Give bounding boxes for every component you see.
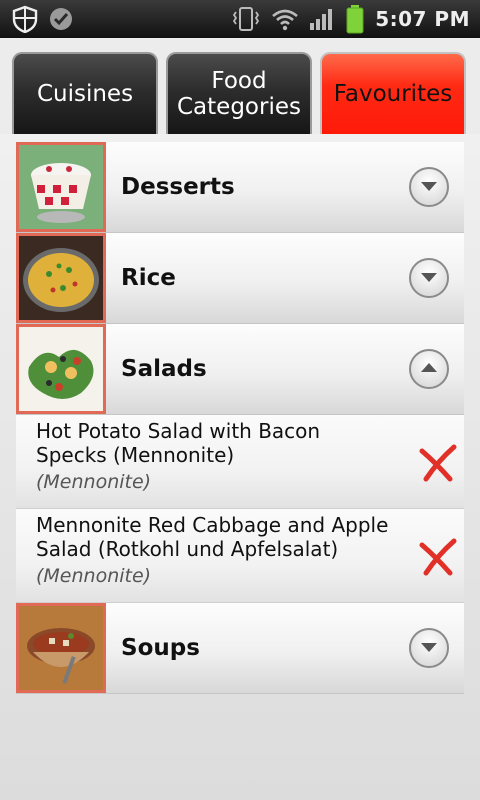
- group-label-rice: Rice: [121, 265, 176, 291]
- delete-x-icon: [418, 444, 458, 487]
- group-desserts[interactable]: Desserts: [16, 142, 464, 233]
- chevron-up-icon: [419, 360, 439, 379]
- group-rice[interactable]: Rice: [16, 233, 464, 324]
- expand-chevron-soups[interactable]: [409, 628, 449, 668]
- clock: 5:07 PM: [375, 7, 470, 31]
- chevron-down-icon: [419, 178, 439, 197]
- desserts-thumbnail: [16, 142, 106, 232]
- chevron-down-icon: [419, 639, 439, 658]
- group-label-soups: Soups: [121, 635, 200, 661]
- tab-cuisines[interactable]: Cuisines: [12, 52, 158, 134]
- group-label-salads: Salads: [121, 356, 207, 382]
- battery-icon: [345, 4, 365, 34]
- group-salads[interactable]: Salads: [16, 324, 464, 415]
- salads-thumbnail: [16, 324, 106, 414]
- signal-icon: [309, 7, 335, 31]
- check-icon: [48, 6, 74, 32]
- group-soups[interactable]: Soups: [16, 603, 464, 694]
- vibrate-icon: [231, 6, 261, 32]
- tab-bar: Cuisines Food Categories Favourites: [0, 38, 480, 134]
- group-label-desserts: Desserts: [121, 174, 235, 200]
- recipe-title: Mennonite Red Cabbage and Apple Salad (R…: [36, 513, 389, 561]
- favourites-list: Desserts Rice Salads Hot Potato Salad wi…: [16, 142, 464, 694]
- tab-food-categories[interactable]: Food Categories: [166, 52, 312, 134]
- remove-favourite-button[interactable]: [418, 537, 458, 577]
- recipe-cuisine: (Mennonite): [36, 471, 152, 493]
- collapse-chevron-salads[interactable]: [409, 349, 449, 389]
- rice-thumbnail: [16, 233, 106, 323]
- recipe-title: Hot Potato Salad with Bacon Specks (Menn…: [36, 419, 321, 467]
- expand-chevron-desserts[interactable]: [409, 167, 449, 207]
- recipe-cuisine: (Mennonite): [36, 565, 152, 587]
- soups-thumbnail: [16, 603, 106, 693]
- favourite-item[interactable]: Hot Potato Salad with Bacon Specks (Menn…: [16, 415, 464, 509]
- tab-favourites[interactable]: Favourites: [320, 52, 466, 134]
- delete-x-icon: [418, 538, 458, 581]
- expand-chevron-rice[interactable]: [409, 258, 449, 298]
- favourite-item[interactable]: Mennonite Red Cabbage and Apple Salad (R…: [16, 509, 464, 603]
- chevron-down-icon: [419, 269, 439, 288]
- status-bar: 5:07 PM: [0, 0, 480, 38]
- wifi-icon: [271, 7, 299, 31]
- remove-favourite-button[interactable]: [418, 443, 458, 483]
- shield-icon: [12, 5, 38, 33]
